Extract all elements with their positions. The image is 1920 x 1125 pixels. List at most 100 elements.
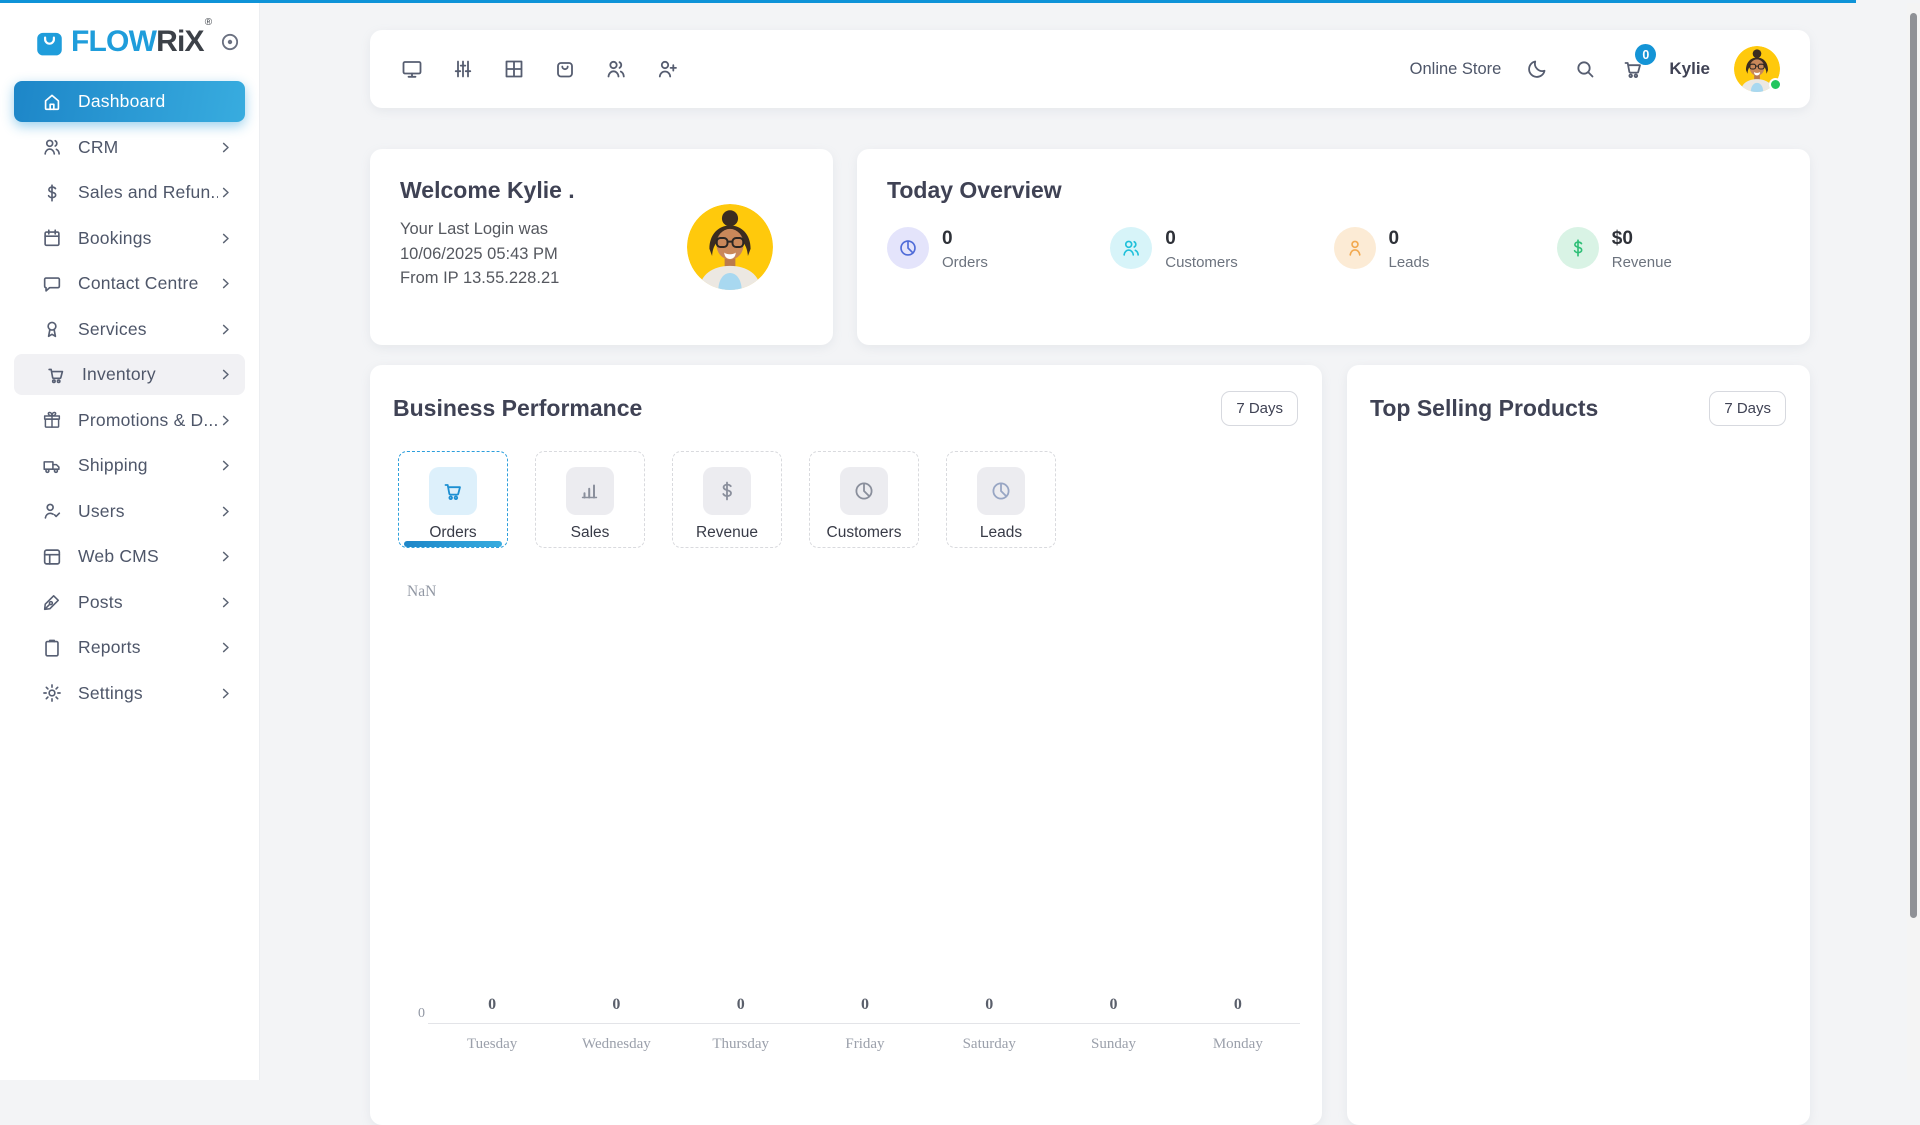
business-performance-card: Business Performance 7 Days Orders Sales… <box>370 365 1322 1125</box>
today-stats: 0 Orders 0 Customers 0 Leads $0 Revenue <box>887 227 1780 271</box>
chevron-right-icon <box>222 597 229 607</box>
chart-value: 0 <box>1233 996 1242 1013</box>
top-selling-products-title: Top Selling Products <box>1370 395 1599 421</box>
home-icon <box>40 90 64 114</box>
range-button[interactable]: 7 Days <box>1709 391 1786 426</box>
page-scrollbar-track[interactable] <box>1907 3 1920 1080</box>
target-icon[interactable] <box>219 31 241 53</box>
chevron-right-icon <box>222 278 229 289</box>
chart-x-axis-line <box>428 1023 1300 1024</box>
chevron-right-icon <box>222 415 229 425</box>
chart-tick-label: Tuesday <box>466 1036 518 1052</box>
chart-tick-label: Saturday <box>962 1036 1016 1052</box>
stat-label: Revenue <box>1611 254 1672 271</box>
bag-icon[interactable] <box>553 57 577 81</box>
cart-icon <box>429 467 477 515</box>
sidebar-item-services[interactable]: Services <box>14 309 245 350</box>
perf-tab-customers[interactable]: Customers <box>809 451 919 548</box>
sidebar-item-contact-centre[interactable]: Contact Centre <box>14 263 245 304</box>
sidebar-item-shipping[interactable]: Shipping <box>14 445 245 486</box>
sidebar-item-sales-refunds[interactable]: Sales and Refun... <box>14 172 245 213</box>
today-overview-title: Today Overview <box>887 177 1062 203</box>
sidebar: FLOWRiX® Dashboard CRM Sales and Refun..… <box>0 0 260 1080</box>
perf-tab-orders[interactable]: Orders <box>398 451 508 548</box>
user-check-icon <box>40 499 64 523</box>
tab-label: Orders <box>429 524 477 541</box>
sidebar-item-settings[interactable]: Settings <box>14 673 245 714</box>
sidebar-item-posts[interactable]: Posts <box>14 582 245 623</box>
pie-chart-icon <box>887 227 929 269</box>
users-icon <box>40 135 64 159</box>
page-scrollbar-thumb[interactable] <box>1910 13 1917 918</box>
layout-icon <box>40 545 64 569</box>
pie-chart-icon <box>840 467 888 515</box>
stat-orders: 0 Orders <box>887 227 1110 271</box>
user-avatar[interactable] <box>1734 46 1782 92</box>
chevron-right-icon <box>222 324 229 334</box>
online-status-dot <box>1769 78 1782 91</box>
sidebar-item-label: Users <box>78 500 125 521</box>
sidebar-item-label: Settings <box>78 682 143 703</box>
sidebar-item-label: Bookings <box>78 227 152 248</box>
customers-icon[interactable] <box>604 57 628 81</box>
search-icon[interactable] <box>1573 57 1597 81</box>
stat-customers: 0 Customers <box>1110 227 1333 271</box>
dollar-icon <box>40 181 64 205</box>
dollar-icon <box>1556 227 1599 269</box>
perf-tab-sales[interactable]: Sales <box>535 451 645 548</box>
cart-count-badge: 0 <box>1635 44 1657 65</box>
chevron-right-icon <box>222 688 229 698</box>
grid-icon[interactable] <box>502 57 526 81</box>
performance-tabs: Orders Sales Revenue Customers Leads <box>398 451 1322 548</box>
chart-tick-label: Thursday <box>712 1036 770 1052</box>
cart-button[interactable]: 0 <box>1621 44 1657 81</box>
chevron-right-icon <box>222 551 229 562</box>
perf-tab-revenue[interactable]: Revenue <box>672 451 782 548</box>
sliders-icon[interactable] <box>451 57 475 81</box>
sidebar-item-promotions[interactable]: Promotions & D... <box>14 400 245 441</box>
sidebar-item-label: Reports <box>78 637 141 657</box>
brand-logo[interactable]: FLOWRiX® <box>0 0 259 81</box>
online-store-link[interactable]: Online Store <box>1410 60 1502 79</box>
dollar-icon <box>703 467 751 515</box>
sidebar-item-dashboard[interactable]: Dashboard <box>14 81 245 122</box>
main-content: Online Store 0 Kylie Welcome Kylie . You… <box>260 0 1920 1125</box>
tab-label: Sales <box>570 524 610 541</box>
sidebar-item-crm[interactable]: CRM <box>14 127 245 168</box>
sidebar-item-label: Web CMS <box>78 546 159 566</box>
business-performance-title: Business Performance <box>393 395 643 421</box>
chart-value: 0 <box>488 996 497 1013</box>
range-button[interactable]: 7 Days <box>1221 391 1298 426</box>
add-user-icon[interactable] <box>655 57 679 81</box>
chart-value: 0 <box>1109 996 1118 1013</box>
sidebar-item-inventory[interactable]: Inventory <box>14 354 245 395</box>
chart-y-axis-zero: 0 <box>418 1006 425 1021</box>
dark-mode-moon-icon[interactable] <box>1525 57 1549 81</box>
tab-label: Leads <box>979 524 1023 541</box>
pie-chart-icon <box>977 467 1025 515</box>
sidebar-item-users[interactable]: Users <box>14 491 245 532</box>
stat-revenue: $0 Revenue <box>1556 227 1780 271</box>
chart-value: 0 <box>985 996 994 1013</box>
perf-tab-leads[interactable]: Leads <box>946 451 1056 548</box>
tab-label: Customers <box>826 524 902 541</box>
users-icon <box>1110 227 1153 269</box>
chart-value-labels: 0 0 0 0 0 0 0 <box>430 996 1300 1014</box>
sidebar-item-label: Sales and Refun... <box>78 182 218 202</box>
welcome-title: Welcome Kylie . <box>400 177 575 203</box>
sidebar-item-bookings[interactable]: Bookings <box>14 218 245 259</box>
chart-value: 0 <box>860 996 869 1013</box>
sidebar-item-label: Services <box>78 318 147 339</box>
sidebar-item-web-cms[interactable]: Web CMS <box>14 536 245 577</box>
pen-icon <box>40 590 64 614</box>
sidebar-item-label: Dashboard <box>78 91 166 111</box>
top-selling-products-card: Top Selling Products 7 Days <box>1347 365 1810 1125</box>
gear-icon <box>40 681 64 705</box>
monitor-icon[interactable] <box>400 57 424 81</box>
sidebar-item-reports[interactable]: Reports <box>14 627 245 668</box>
sidebar-item-label: CRM <box>78 136 119 157</box>
tab-label: Revenue <box>695 524 759 541</box>
chart-tick-label: Monday <box>1212 1036 1263 1052</box>
sidebar-nav: Dashboard CRM Sales and Refun... Booking… <box>0 81 259 714</box>
chart-tick-label: Friday <box>845 1036 885 1052</box>
